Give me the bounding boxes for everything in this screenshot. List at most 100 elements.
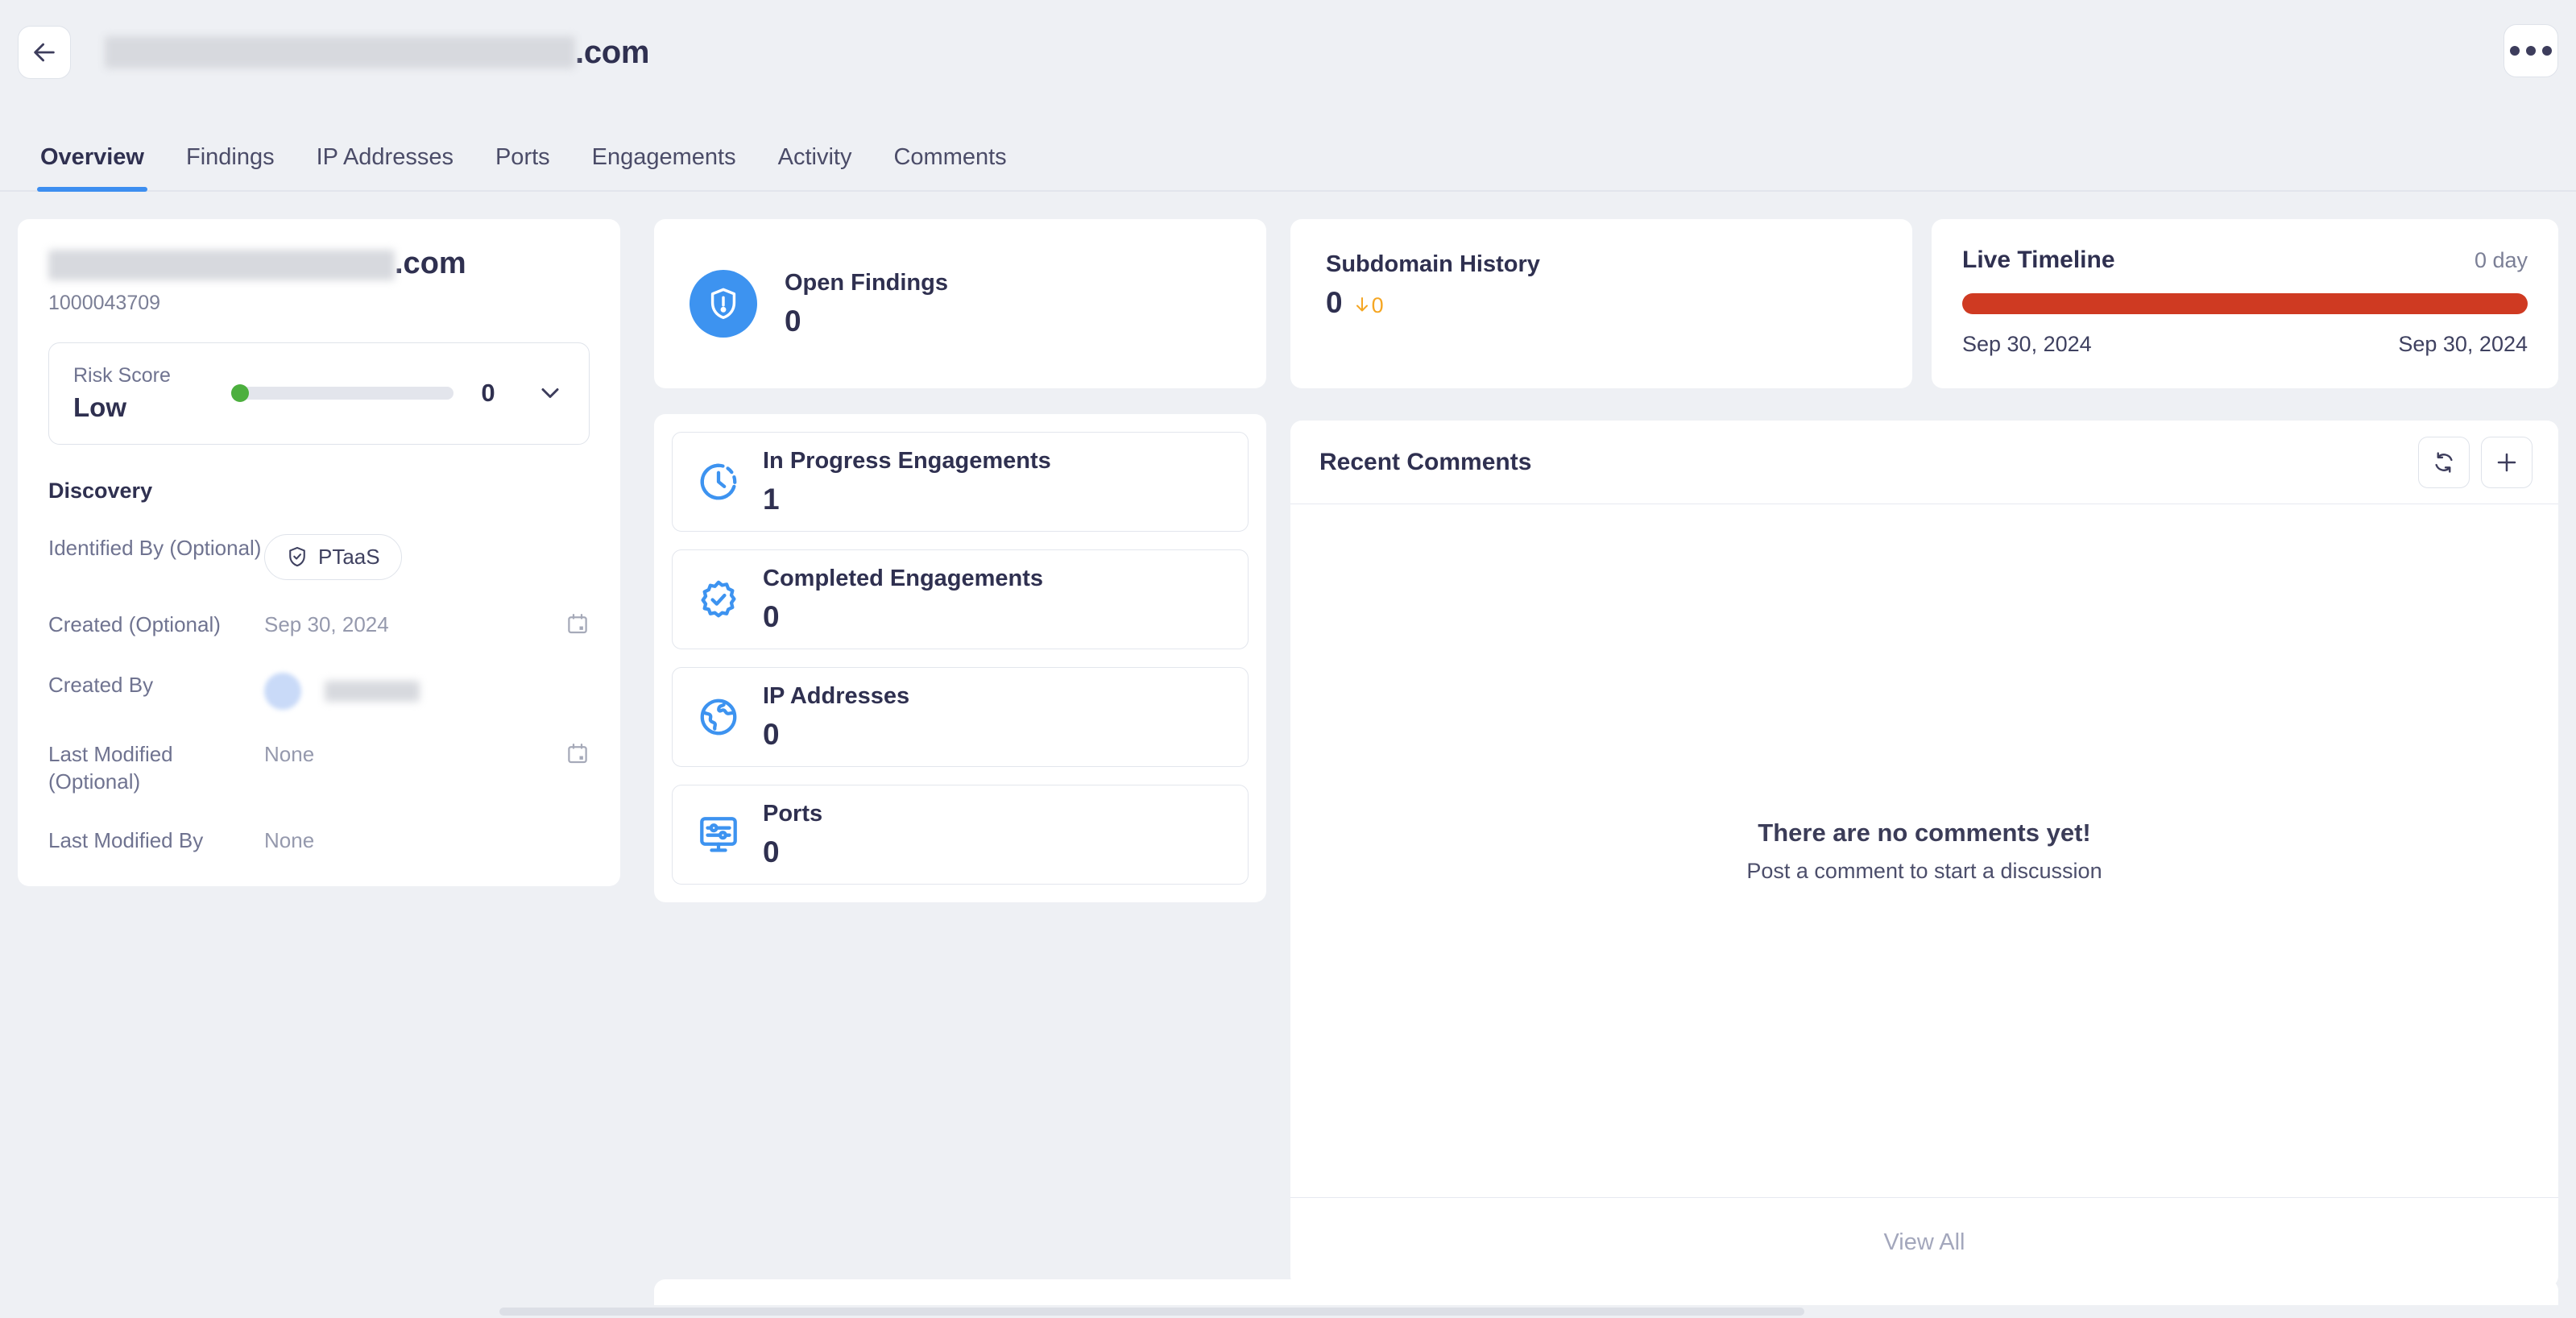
tab-findings[interactable]: Findings [165, 144, 296, 190]
ip-addresses-text: IP Addresses 0 [763, 683, 909, 752]
asset-detail-page: .com Overview Findings IP Addresses Port… [0, 0, 2576, 1318]
tab-ip-addresses[interactable]: IP Addresses [296, 144, 474, 190]
add-comment-button[interactable] [2481, 436, 2533, 488]
field-label: Last Modified (Optional) [48, 741, 173, 794]
in-progress-text: In Progress Engagements 1 [763, 448, 1051, 516]
completed-text: Completed Engagements 0 [763, 566, 1043, 634]
top-bar: .com [0, 0, 2576, 114]
tab-bar: Overview Findings IP Addresses Ports Eng… [0, 114, 2576, 192]
shield-check-icon [289, 547, 305, 567]
tab-comments[interactable]: Comments [872, 144, 1027, 190]
risk-score-label: Risk Score [73, 363, 171, 387]
live-timeline-end-date: Sep 30, 2024 [2398, 332, 2528, 356]
asset-summary-card: .com 1000043709 Risk Score Low 0 Discove… [18, 219, 620, 886]
field-created-by: Created By [48, 671, 590, 710]
field-value: None [264, 827, 315, 852]
asset-id: 1000043709 [48, 291, 161, 314]
mini-card-value: 0 [763, 717, 780, 751]
risk-score-value: 0 [481, 379, 495, 408]
field-label: Last Modified By [48, 827, 204, 852]
arrow-down-icon [1356, 297, 1368, 312]
mini-card-label: In Progress Engagements [763, 447, 1051, 474]
redacted-domain [105, 36, 575, 68]
field-identified-by: Identified By (Optional) PTaaS [48, 533, 590, 580]
risk-score-slider[interactable] [231, 384, 453, 403]
field-last-modified: Last Modified (Optional) None [48, 740, 590, 796]
mini-card-label: Completed Engagements [763, 565, 1044, 591]
live-timeline-header: Live Timeline 0 day [1962, 247, 2528, 274]
live-timeline-card: Live Timeline 0 day Sep 30, 2024 Sep 30,… [1932, 219, 2558, 388]
refresh-icon [2435, 451, 2453, 473]
chevron-down-icon [541, 388, 559, 399]
tab-engagements[interactable]: Engagements [571, 144, 757, 190]
mini-card-label: IP Addresses [763, 682, 910, 709]
subdomain-history-title: Subdomain History [1326, 251, 1540, 277]
open-findings-card[interactable]: Open Findings 0 [654, 219, 1266, 388]
subdomain-history-value: 0 [1326, 286, 1343, 319]
recent-comments-header: Recent Comments [1290, 421, 2558, 504]
discovery-section-title: Discovery [48, 478, 153, 503]
asset-name-suffix: .com [395, 247, 466, 280]
field-last-modified-by: Last Modified By None [48, 827, 590, 854]
subdomain-history-card[interactable]: Subdomain History 0 0 [1290, 219, 1912, 388]
in-progress-engagements-card[interactable]: In Progress Engagements 1 [672, 432, 1249, 532]
avatar [264, 672, 301, 710]
ports-card[interactable]: Ports 0 [672, 785, 1249, 885]
plus-icon [2497, 453, 2516, 471]
recent-comments-title: Recent Comments [1319, 448, 1532, 475]
back-button[interactable] [18, 26, 71, 79]
horizontal-scrollbar[interactable] [0, 1305, 2576, 1318]
recent-comments-actions [2418, 436, 2533, 488]
live-timeline-bar [1962, 293, 2528, 314]
last-modified-date-picker-button[interactable] [565, 740, 590, 770]
open-findings-value: 0 [785, 304, 801, 338]
field-value: Sep 30, 2024 [264, 611, 389, 636]
redacted-asset-name [48, 249, 395, 280]
page-title-suffix: .com [575, 34, 650, 70]
calendar-icon [568, 743, 587, 764]
horizontal-scrollbar-thumb[interactable] [499, 1308, 1804, 1316]
live-timeline-dates: Sep 30, 2024 Sep 30, 2024 [1962, 332, 2528, 357]
page-title: .com [105, 26, 649, 79]
asset-summary-column: .com 1000043709 Risk Score Low 0 Discove… [18, 219, 620, 886]
asset-name: .com [48, 247, 590, 280]
badge-check-icon [701, 580, 736, 618]
view-all-comments-button[interactable]: View All [1290, 1197, 2558, 1287]
created-date-picker-button[interactable] [565, 611, 590, 640]
more-options-button[interactable] [2504, 24, 2558, 77]
empty-state-subtitle: Post a comment to start a discussion [1746, 858, 2102, 883]
risk-score-expand-button[interactable] [536, 379, 565, 408]
subdomain-history-value-row: 0 0 [1326, 286, 1877, 320]
field-created: Created (Optional) Sep 30, 2024 [48, 611, 590, 640]
shield-alert-icon [710, 288, 736, 319]
refresh-comments-button[interactable] [2418, 436, 2470, 488]
field-label: Created (Optional) [48, 611, 221, 636]
redacted-user-name [325, 680, 420, 702]
mini-card-value: 0 [763, 835, 780, 868]
tab-overview[interactable]: Overview [19, 144, 165, 192]
risk-score-thumb[interactable] [231, 384, 249, 403]
risk-score-control[interactable]: Risk Score Low 0 [48, 342, 590, 445]
field-label: Created By [48, 672, 154, 697]
risk-score-labels: Risk Score Low [73, 364, 210, 423]
completed-engagements-card[interactable]: Completed Engagements 0 [672, 549, 1249, 649]
recent-comments-empty-state: There are no comments yet! Post a commen… [1290, 504, 2558, 1197]
live-timeline-title: Live Timeline [1962, 247, 2115, 273]
live-timeline-duration: 0 day [2474, 248, 2528, 272]
ports-text: Ports 0 [763, 801, 822, 869]
field-value: None [264, 741, 315, 766]
tab-activity[interactable]: Activity [757, 144, 873, 190]
monitor-sliders-icon [700, 817, 737, 852]
mini-card-label: Ports [763, 800, 823, 827]
ip-addresses-card[interactable]: IP Addresses 0 [672, 667, 1249, 767]
stats-column: Open Findings 0 In Progress Engagements … [654, 219, 1266, 902]
live-timeline-start-date: Sep 30, 2024 [1962, 332, 2092, 356]
overview-content: .com 1000043709 Risk Score Low 0 Discove… [0, 193, 2576, 1318]
ellipsis-icon [2510, 46, 2520, 56]
ptaas-chip[interactable]: PTaaS [264, 533, 402, 580]
ptaas-chip-label: PTaaS [318, 544, 380, 569]
tab-ports[interactable]: Ports [474, 144, 571, 190]
subdomain-history-delta: 0 [1352, 293, 1384, 318]
arrow-left-icon [34, 43, 55, 62]
open-findings-text: Open Findings 0 [785, 270, 948, 338]
